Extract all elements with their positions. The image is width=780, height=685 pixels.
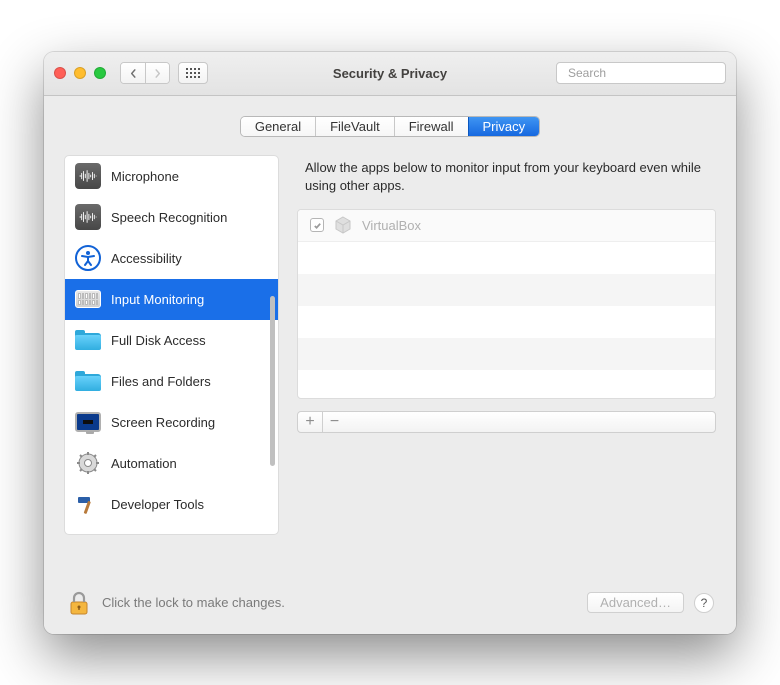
sidebar-item-full-disk-access[interactable]: Full Disk Access — [65, 320, 278, 361]
waveform-icon — [75, 204, 101, 230]
zoom-window-button[interactable] — [94, 67, 106, 79]
minimize-window-button[interactable] — [74, 67, 86, 79]
sidebar-item-label: Microphone — [111, 169, 179, 184]
lock-text: Click the lock to make changes. — [102, 595, 577, 610]
footer: Click the lock to make changes. Advanced… — [44, 590, 736, 634]
sidebar-item-label: Screen Recording — [111, 415, 215, 430]
sidebar-item-input-monitoring[interactable]: Input Monitoring — [65, 279, 278, 320]
close-window-button[interactable] — [54, 67, 66, 79]
search-field[interactable] — [556, 62, 726, 84]
window: Security & Privacy General FileVault Fir… — [44, 52, 736, 634]
show-all-button[interactable] — [178, 62, 208, 84]
app-name: VirtualBox — [362, 218, 421, 233]
checkmark-icon — [313, 221, 322, 230]
tab-filevault[interactable]: FileVault — [315, 117, 394, 136]
search-input[interactable] — [568, 66, 723, 80]
sidebar-item-label: Full Disk Access — [111, 333, 206, 348]
nav-buttons — [120, 62, 170, 84]
folder-icon — [75, 368, 101, 394]
sidebar-item-screen-recording[interactable]: Screen Recording — [65, 402, 278, 443]
segmented-control: General FileVault Firewall Privacy — [240, 116, 540, 137]
content-area: Microphone Speech Recognition Accessibil… — [64, 155, 716, 590]
lock-icon[interactable] — [66, 590, 92, 616]
app-icon — [334, 216, 352, 234]
sidebar-item-files-and-folders[interactable]: Files and Folders — [65, 361, 278, 402]
sidebar-item-developer-tools[interactable]: Developer Tools — [65, 484, 278, 525]
grid-icon — [186, 68, 200, 78]
tab-privacy[interactable]: Privacy — [468, 117, 540, 136]
privacy-category-list[interactable]: Microphone Speech Recognition Accessibil… — [64, 155, 279, 535]
advanced-button[interactable]: Advanced… — [587, 592, 684, 613]
sidebar-item-label: Speech Recognition — [111, 210, 227, 225]
traffic-lights — [54, 67, 106, 79]
add-app-button[interactable]: + — [298, 412, 322, 432]
tab-general[interactable]: General — [241, 117, 315, 136]
gear-icon — [75, 450, 101, 476]
sidebar-item-accessibility[interactable]: Accessibility — [65, 238, 278, 279]
pane-description: Allow the apps below to monitor input fr… — [305, 159, 708, 195]
sidebar-item-speech-recognition[interactable]: Speech Recognition — [65, 197, 278, 238]
tab-firewall[interactable]: Firewall — [394, 117, 468, 136]
sidebar-item-label: Accessibility — [111, 251, 182, 266]
forward-button[interactable] — [145, 63, 169, 83]
display-icon — [75, 409, 101, 435]
scrollbar[interactable] — [270, 296, 275, 466]
tab-row: General FileVault Firewall Privacy — [44, 116, 736, 137]
titlebar: Security & Privacy — [44, 52, 736, 96]
detail-pane: Allow the apps below to monitor input fr… — [297, 155, 716, 590]
sidebar-item-label: Input Monitoring — [111, 292, 204, 307]
help-button[interactable]: ? — [694, 593, 714, 613]
add-remove-control: + − — [297, 411, 716, 433]
hammer-icon — [75, 491, 101, 517]
sidebar-item-label: Files and Folders — [111, 374, 211, 389]
sidebar-item-label: Developer Tools — [111, 497, 204, 512]
sidebar-item-automation[interactable]: Automation — [65, 443, 278, 484]
sidebar-item-label: Automation — [111, 456, 177, 471]
back-button[interactable] — [121, 63, 145, 83]
chevron-right-icon — [153, 69, 162, 78]
app-checkbox[interactable] — [310, 218, 324, 232]
remove-app-button[interactable]: − — [322, 412, 346, 432]
accessibility-icon — [75, 245, 101, 271]
chevron-left-icon — [129, 69, 138, 78]
app-list[interactable]: VirtualBox — [297, 209, 716, 399]
waveform-icon — [75, 163, 101, 189]
sidebar-item-microphone[interactable]: Microphone — [65, 156, 278, 197]
keyboard-icon — [75, 286, 101, 312]
app-row-virtualbox[interactable]: VirtualBox — [298, 210, 715, 242]
folder-icon — [75, 327, 101, 353]
